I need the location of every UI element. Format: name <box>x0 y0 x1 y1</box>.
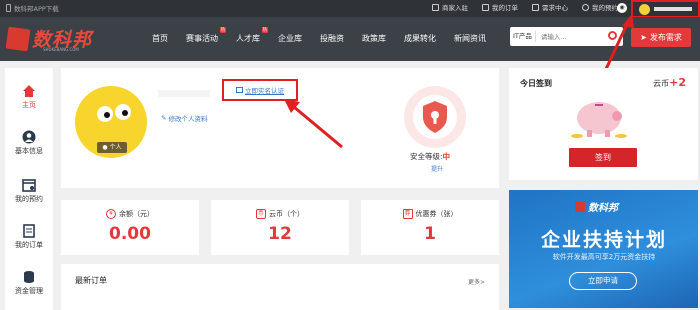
sidebar: 主页 基本信息 我的预约 我的订单 资金管理 <box>5 68 53 310</box>
logo-cube-icon <box>575 201 585 212</box>
search-input[interactable] <box>540 32 596 41</box>
latest-orders-panel: 最新订单 更多> <box>61 264 499 310</box>
sidebar-item-basic-info[interactable]: 基本信息 <box>5 130 53 156</box>
username-redacted <box>158 90 210 97</box>
search-category-select[interactable]: IT产品 <box>510 31 536 42</box>
more-orders-link[interactable]: 更多> <box>468 277 485 286</box>
sidebar-item-appointments[interactable]: 我的预约 <box>5 178 53 204</box>
shield-lock-icon <box>423 101 447 133</box>
coin-icon: 币 <box>256 209 266 219</box>
balance-value: 0.00 <box>109 224 151 244</box>
sidebar-item-funds[interactable]: 资金管理 <box>5 270 53 296</box>
enterprise-support-banner[interactable]: 数科邦 企业扶持计划 软件开发最高可享2万元资金扶持 立即申请 <box>509 190 698 308</box>
document-icon <box>482 3 489 11</box>
cloud-coin-card[interactable]: 币云币（个） 12 <box>211 200 349 255</box>
app-download-link[interactable]: 数科邦APP下载 <box>6 3 59 13</box>
coin-value: 12 <box>268 224 292 244</box>
nav-item-achievements[interactable]: 成果转化 <box>395 33 445 44</box>
user-icon <box>22 130 36 144</box>
verify-identity-link[interactable]: 立即实名认证 <box>222 79 298 101</box>
signin-button[interactable]: 签到 <box>569 148 637 167</box>
piggy-bank-icon <box>571 102 627 138</box>
profile-avatar[interactable]: ● 个人 <box>75 86 147 158</box>
section-title: 最新订单 <box>75 276 107 285</box>
nav-item-companies[interactable]: 企业库 <box>269 33 311 44</box>
security-level: 安全等级:中 <box>410 152 451 161</box>
logo-cube-icon <box>5 26 31 51</box>
top-bar: 数科邦APP下载 商家入驻 我的订单 需求中心 我的预约 <box>0 0 700 17</box>
nav-item-news[interactable]: 新闻资讯 <box>445 33 495 44</box>
home-icon <box>23 85 35 97</box>
apply-now-button[interactable]: 立即申请 <box>569 272 637 290</box>
merchant-join-link[interactable]: 商家入驻 <box>432 2 468 12</box>
daily-signin-card: 今日签到 云币+2 签到 <box>509 68 698 180</box>
edit-profile-link[interactable]: ✎ 修改个人资料 <box>161 113 207 123</box>
id-card-icon <box>236 87 243 93</box>
username-redacted <box>654 7 692 11</box>
search-icon[interactable] <box>608 31 617 40</box>
my-appointments-link[interactable]: 我的预约 <box>582 2 618 12</box>
order-icon <box>23 224 35 238</box>
calendar-icon <box>22 179 36 192</box>
banner-subline: 软件开发最高可享2万元资金扶持 <box>552 253 656 261</box>
nav-item-events[interactable]: 赛事活动热 <box>177 27 227 44</box>
demand-center-link[interactable]: 需求中心 <box>532 2 568 12</box>
coupon-card[interactable]: 券优惠券（张） 1 <box>361 200 499 255</box>
security-shield <box>404 86 466 148</box>
nav-item-home[interactable]: 首页 <box>143 33 177 44</box>
coupon-value: 1 <box>424 224 436 244</box>
clock-icon <box>582 3 589 11</box>
search-box: IT产品 <box>510 27 623 46</box>
hot-badge: 热 <box>261 27 268 33</box>
my-orders-link[interactable]: 我的订单 <box>482 2 518 12</box>
hot-badge: 热 <box>219 27 226 33</box>
account-type-badge: ● 个人 <box>97 142 127 153</box>
signin-title: 今日签到 <box>520 79 552 88</box>
banner-headline: 企业扶持计划 <box>540 229 667 251</box>
site-logo[interactable]: 数科邦 SHUKEBANG.COM <box>5 25 92 52</box>
upgrade-security-link[interactable]: 提升 <box>431 164 443 173</box>
person-icon: ● <box>102 144 108 151</box>
coupon-icon: 券 <box>402 209 413 219</box>
mail-icon <box>532 3 539 11</box>
coins-icon <box>24 271 34 283</box>
nav-item-policy[interactable]: 政策库 <box>353 33 395 44</box>
store-icon <box>432 3 439 11</box>
publish-demand-button[interactable]: ➤ 发布需求 <box>631 28 691 47</box>
notification-bell-icon[interactable]: ◉ <box>617 3 627 13</box>
avatar <box>639 4 650 15</box>
send-icon: ➤ <box>640 33 647 42</box>
banner-logo: 数科邦 <box>575 199 618 214</box>
nav-menu: 首页 赛事活动热 人才库热 企业库 投融资 政策库 成果转化 新闻资讯 <box>143 27 495 44</box>
sidebar-item-orders[interactable]: 我的订单 <box>5 224 53 250</box>
nav-item-investment[interactable]: 投融资 <box>311 33 353 44</box>
yuan-icon: ¥ <box>106 209 116 219</box>
signin-reward: 云币+2 <box>653 76 686 89</box>
phone-icon <box>6 4 11 12</box>
balance-card[interactable]: ¥ 余额（元） 0.00 <box>61 200 199 255</box>
sidebar-item-home[interactable]: 主页 <box>5 84 53 110</box>
edit-icon: ✎ <box>161 114 167 122</box>
top-links: 商家入驻 我的订单 需求中心 我的预约 <box>432 2 618 12</box>
nav-item-talent[interactable]: 人才库热 <box>227 27 269 44</box>
user-menu[interactable] <box>631 0 700 18</box>
